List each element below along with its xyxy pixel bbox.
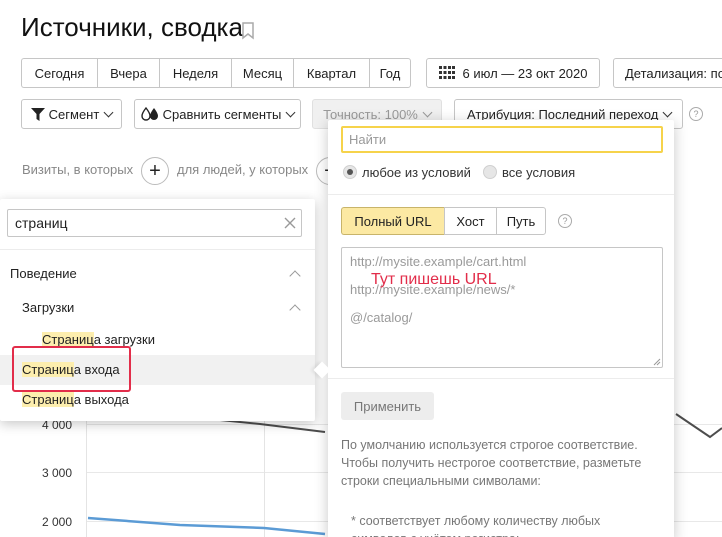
add-visit-condition-button[interactable]: +	[141, 157, 169, 185]
attribution-help-icon[interactable]: ?	[689, 107, 703, 121]
tab-path[interactable]: Путь	[496, 207, 546, 235]
bookmark-icon[interactable]	[241, 22, 255, 40]
tab-host[interactable]: Хост	[444, 207, 496, 235]
detail-button[interactable]: Детализация: по	[613, 58, 722, 88]
panel-divider	[328, 194, 674, 195]
annotation-highlight-box	[12, 346, 131, 392]
funnel-icon	[30, 107, 45, 121]
dropdown-search-input[interactable]: страниц	[7, 209, 302, 237]
url-help-icon[interactable]: ?	[558, 214, 572, 228]
annotation-note: Тут пишешь URL	[371, 271, 497, 288]
matching-note: По умолчанию используется строгое соотве…	[341, 438, 642, 488]
dropdown-subgroup-downloads[interactable]: Загрузки	[22, 300, 74, 315]
apply-button[interactable]: Применить	[341, 392, 434, 420]
page-title: Источники, сводка	[21, 12, 243, 42]
period-year-button[interactable]: Год	[369, 58, 411, 88]
wildcard-note: * соответствует любому количеству любых …	[351, 514, 601, 537]
panel-divider	[328, 378, 674, 379]
clear-icon[interactable]	[283, 216, 297, 230]
visits-condition-label: Визиты, в которых	[22, 162, 134, 177]
period-selector: Сегодня Вчера Неделя Месяц Квартал Год	[21, 58, 411, 88]
tab-full-url[interactable]: Полный URL	[341, 207, 444, 235]
segment-label: Сегмент	[48, 106, 100, 122]
period-yesterday-button[interactable]: Вчера	[97, 58, 159, 88]
blue-series-line	[87, 516, 326, 536]
period-week-button[interactable]: Неделя	[159, 58, 231, 88]
item-label-rest: а выхода	[73, 392, 129, 407]
dropdown-divider	[0, 249, 315, 250]
url-textarea[interactable]: http://mysite.example/cart.html http://m…	[341, 247, 663, 368]
period-today-button[interactable]: Сегодня	[21, 58, 97, 88]
visits-line-right	[675, 413, 722, 439]
date-range-label: 6 июл — 23 окт 2020	[462, 65, 588, 81]
period-month-button[interactable]: Месяц	[231, 58, 293, 88]
chevron-down-icon	[103, 107, 114, 117]
item-label-rest: а загрузки	[93, 332, 155, 347]
radio-all-label: все условия	[502, 165, 576, 180]
people-condition-label: для людей, у которых	[177, 162, 309, 177]
search-match-highlight: Страниц	[22, 392, 74, 407]
calendar-icon	[438, 66, 455, 79]
find-input[interactable]: Найти	[341, 126, 663, 153]
compare-segments-button[interactable]: Сравнить сегменты	[134, 99, 301, 129]
compare-drops-icon	[140, 107, 158, 121]
chevron-down-icon	[662, 107, 673, 117]
date-range-button[interactable]: 6 июл — 23 окт 2020	[426, 58, 600, 88]
detail-label: Детализация: по	[625, 65, 722, 81]
chevron-down-icon	[285, 107, 296, 117]
url-placeholder-line: http://mysite.example/cart.html	[350, 254, 527, 269]
url-placeholder-line: @/catalog/	[350, 310, 413, 325]
compare-segments-label: Сравнить сегменты	[162, 106, 282, 122]
url-filter-panel: Найти любое из условий все условия Полны…	[328, 120, 674, 537]
dropdown-item-exit-page[interactable]: Страница выхода	[22, 392, 129, 407]
dropdown-item-load-page[interactable]: Страница загрузки	[42, 332, 155, 347]
period-quarter-button[interactable]: Квартал	[293, 58, 369, 88]
segment-button[interactable]: Сегмент	[21, 99, 122, 129]
search-match-highlight: Страниц	[42, 332, 94, 347]
url-match-tabs: Полный URL Хост Путь	[341, 207, 546, 235]
radio-all-conditions[interactable]	[483, 165, 497, 179]
chevron-down-icon	[422, 107, 433, 117]
resize-handle-icon[interactable]	[653, 358, 661, 366]
radio-any-label: любое из условий	[362, 165, 471, 180]
radio-any-condition[interactable]	[343, 165, 357, 179]
dropdown-group-behavior[interactable]: Поведение	[10, 266, 77, 281]
